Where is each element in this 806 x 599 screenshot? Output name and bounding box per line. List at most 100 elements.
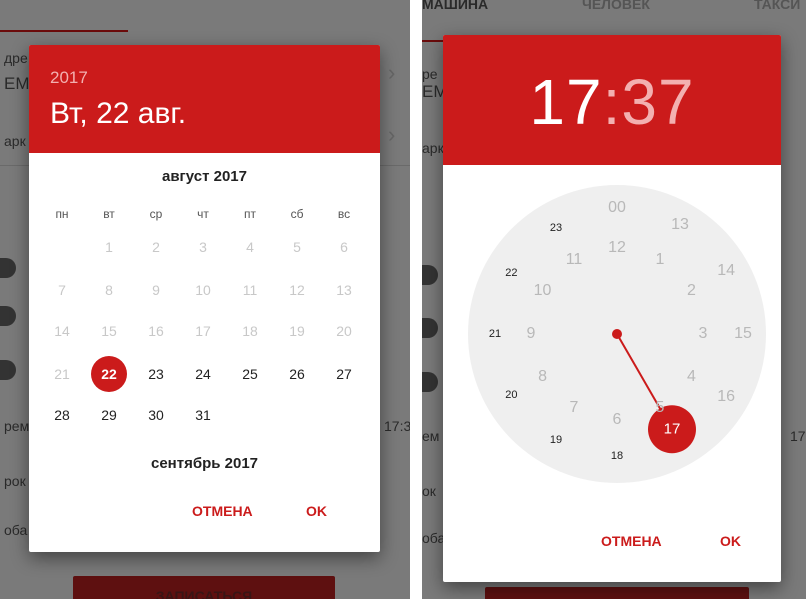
calendar-day-selected[interactable]: 22 — [91, 356, 127, 392]
bg-label-value: ЕМ — [4, 74, 30, 93]
calendar-day[interactable]: 24 — [185, 356, 221, 392]
toggle-switch[interactable] — [422, 372, 438, 392]
hour-label[interactable]: 17 — [529, 66, 602, 138]
weekday-label: пн — [55, 207, 69, 221]
calendar-day: 9 — [152, 282, 160, 298]
bg-label-address: дре — [4, 50, 28, 66]
clock-hour-00[interactable]: 00 — [608, 199, 626, 217]
clock-hour-18[interactable]: 18 — [611, 450, 623, 462]
toggle-switch[interactable] — [0, 258, 16, 278]
date-picker-dialog: 2017 Вт, 22 авг. август 2017 пн вт ср чт пт с… — [29, 45, 380, 552]
clock-hour-15[interactable]: 15 — [734, 325, 752, 343]
toggle-switch[interactable] — [0, 306, 16, 326]
calendar-day: 16 — [148, 323, 164, 339]
bg-time-value: 17:3 — [384, 418, 410, 434]
bg-time-value: 17 — [790, 428, 806, 444]
chevron-right-icon: › — [388, 60, 396, 85]
calendar-day: 11 — [242, 282, 258, 298]
cancel-button[interactable]: ОТМЕНА — [601, 533, 662, 549]
calendar-day[interactable]: 25 — [232, 356, 268, 392]
time-display: 17:37 — [443, 65, 781, 139]
bg-label-address: ре — [422, 66, 438, 82]
weekday-label: ср — [149, 207, 163, 221]
bg-label-park: арк — [422, 140, 444, 156]
clock-hour-19[interactable]: 19 — [550, 434, 562, 446]
tab-person[interactable]: ЧЕЛОВЕК — [582, 0, 650, 12]
clock-hour-5[interactable]: 5 — [656, 399, 665, 417]
calendar-day[interactable]: 27 — [326, 356, 362, 392]
calendar-day[interactable]: 23 — [138, 356, 174, 392]
year-label[interactable]: 2017 — [50, 68, 88, 88]
calendar-day[interactable]: 29 — [91, 397, 127, 433]
chevron-right-icon: › — [388, 122, 396, 147]
calendar-day: 13 — [336, 282, 352, 298]
bg-label-add: оба — [4, 522, 28, 538]
clock-hour-16[interactable]: 16 — [717, 388, 735, 406]
toggle-switch[interactable] — [422, 265, 438, 285]
clock-hour-3[interactable]: 3 — [699, 325, 708, 343]
calendar-day[interactable]: 31 — [185, 397, 221, 433]
ok-button[interactable]: OK — [306, 503, 327, 519]
bg-label-duration: рок — [4, 473, 26, 489]
weekday-label: вс — [337, 207, 351, 221]
weekday-label: сб — [290, 207, 304, 221]
calendar-day: 21 — [54, 366, 70, 382]
toggle-switch[interactable] — [0, 360, 16, 380]
clock-center-dot — [612, 329, 622, 339]
bg-label-duration: ок — [422, 483, 436, 499]
calendar-day[interactable]: 30 — [138, 397, 174, 433]
selected-date-label[interactable]: Вт, 22 авг. — [50, 97, 186, 131]
minute-label[interactable]: 37 — [621, 66, 694, 138]
bg-label-add: оба — [422, 530, 446, 546]
calendar-day: 17 — [195, 323, 211, 339]
clock-hour-4[interactable]: 4 — [687, 368, 696, 386]
calendar-day: 19 — [289, 323, 305, 339]
calendar-day: 6 — [340, 239, 348, 255]
clock-hour-11[interactable]: 11 — [566, 251, 583, 269]
calendar-day: 1 — [105, 239, 113, 255]
bg-label-time: рем — [4, 418, 30, 434]
bg-label-time: ем — [422, 428, 440, 444]
calendar-day: 12 — [289, 282, 305, 298]
calendar-day: 20 — [336, 323, 352, 339]
clock-hour-6[interactable]: 6 — [613, 411, 622, 429]
clock-hour-1[interactable]: 1 — [656, 251, 665, 269]
time-picker-header: 17:37 — [443, 35, 781, 165]
calendar-day: 5 — [293, 239, 301, 255]
calendar-day[interactable]: 26 — [279, 356, 315, 392]
ok-button[interactable]: OK — [720, 533, 741, 549]
tab-car[interactable]: МАШИНА — [422, 0, 488, 12]
toggle-switch[interactable] — [422, 318, 438, 338]
next-month-title: сентябрь 2017 — [150, 455, 259, 472]
calendar-day: 14 — [54, 323, 70, 339]
tab-underline — [0, 30, 128, 32]
clock-hour-20[interactable]: 20 — [505, 389, 517, 401]
clock-hour-selected[interactable]: 17 — [664, 421, 681, 438]
clock-hour-21[interactable]: 21 — [489, 328, 501, 340]
calendar-day: 4 — [246, 239, 254, 255]
calendar-day: 10 — [195, 282, 211, 298]
calendar-day: 8 — [105, 282, 113, 298]
clock-hour-8[interactable]: 8 — [538, 368, 547, 386]
clock-hour-9[interactable]: 9 — [527, 325, 536, 343]
clock-hour-2[interactable]: 2 — [687, 282, 696, 300]
clock-face[interactable]: 00 1 2 3 4 5 6 7 8 9 10 11 12 13 14 15 16 18 19 20 21 22 23 17 — [468, 185, 766, 483]
cancel-button[interactable]: ОТМЕНА — [192, 503, 253, 519]
date-picker-header: 2017 Вт, 22 авг. — [29, 45, 380, 153]
calendar-day: 15 — [101, 323, 117, 339]
clock-hour-14[interactable]: 14 — [717, 262, 735, 280]
calendar-day: 7 — [58, 282, 66, 298]
clock-hour-12[interactable]: 12 — [608, 239, 626, 257]
tab-taxi[interactable]: ТАКСИ — [754, 0, 800, 12]
calendar-day: 18 — [242, 323, 258, 339]
time-separator: : — [602, 66, 622, 138]
signup-button[interactable] — [485, 587, 749, 599]
signup-button[interactable]: ЗАПИСАТЬСЯ — [73, 576, 335, 599]
time-picker-dialog: 17:37 00 1 2 3 4 5 6 7 8 9 10 11 12 13 14 15 16 18 19 20 21 2… — [443, 35, 781, 582]
clock-hour-22[interactable]: 22 — [505, 267, 517, 279]
clock-hour-23[interactable]: 23 — [550, 222, 562, 234]
calendar-day[interactable]: 28 — [44, 397, 80, 433]
clock-hour-10[interactable]: 10 — [534, 282, 552, 300]
clock-hour-7[interactable]: 7 — [570, 399, 579, 417]
clock-hour-13[interactable]: 13 — [671, 216, 689, 234]
